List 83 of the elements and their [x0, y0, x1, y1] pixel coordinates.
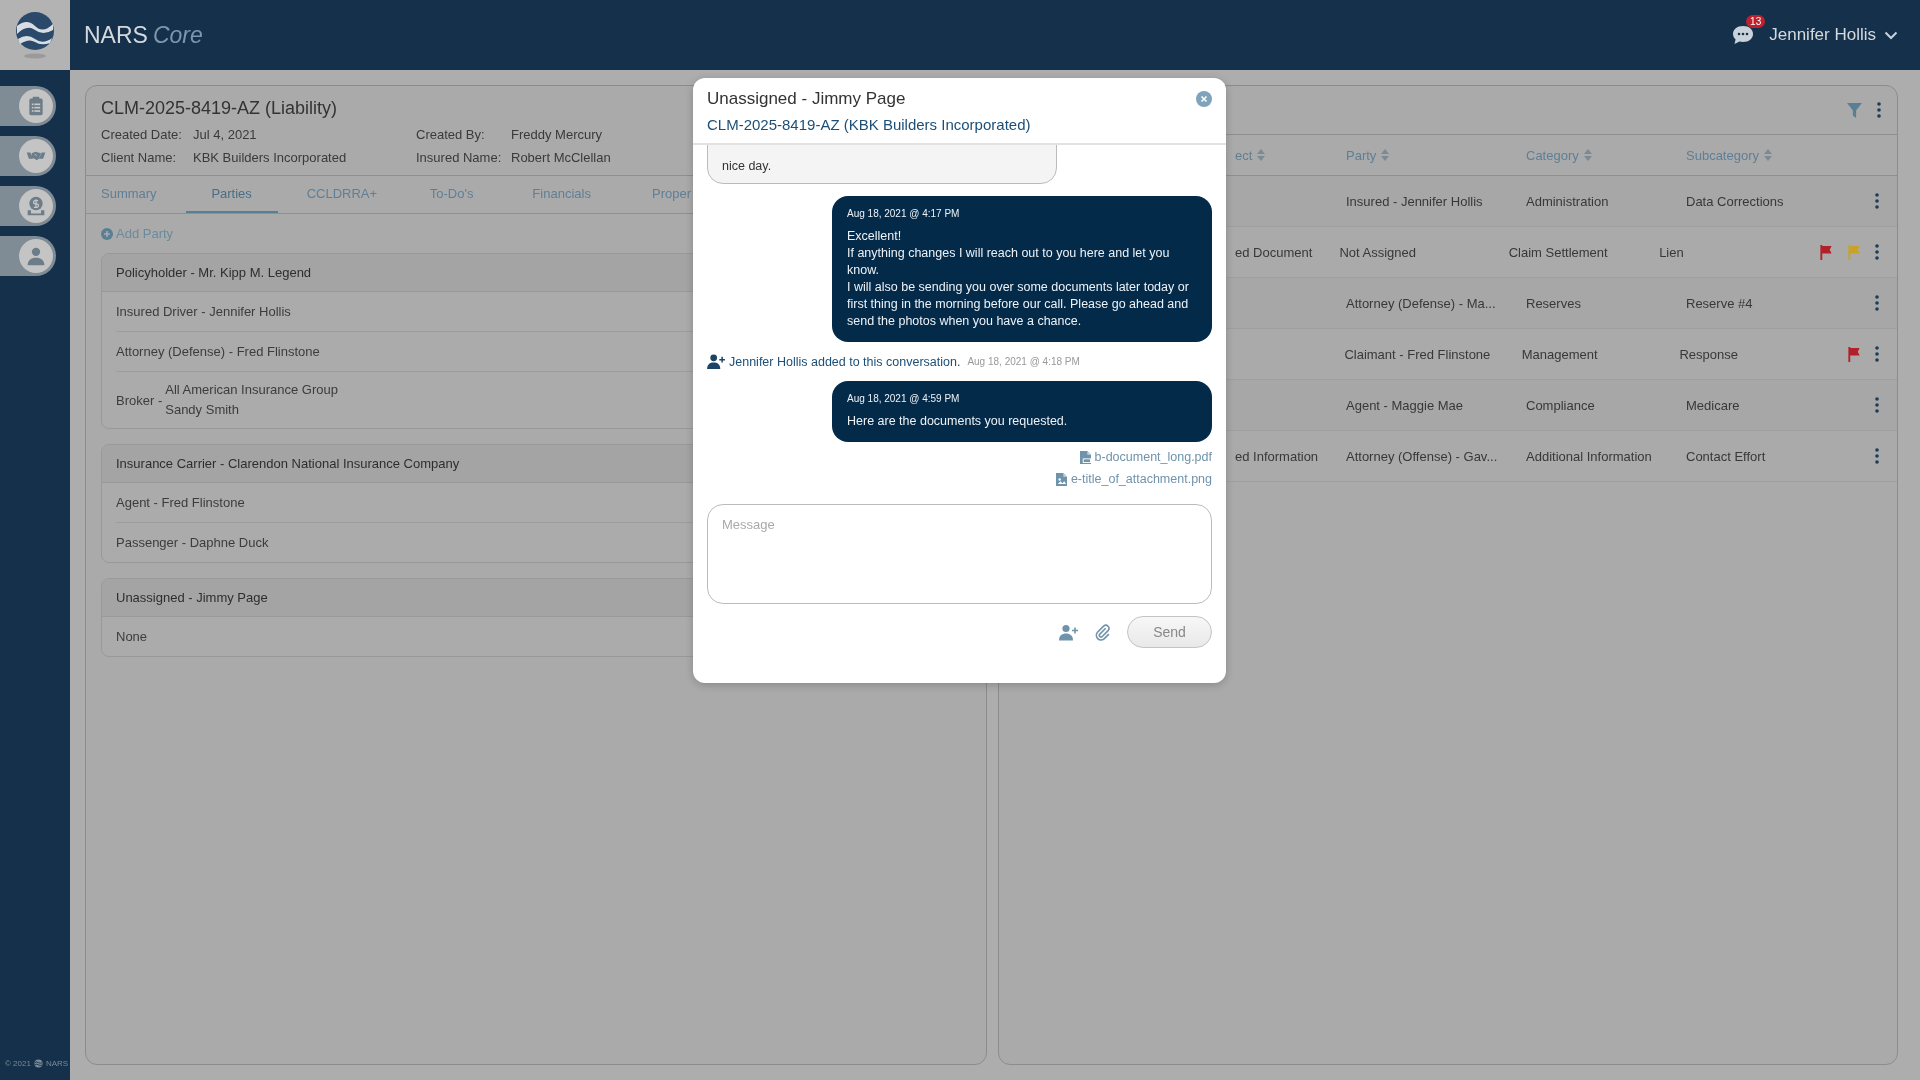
chat-button[interactable]	[1731, 24, 1756, 46]
claim-title: CLM-2025-8419-AZ (Liability)	[101, 98, 338, 119]
image-file-icon	[1055, 472, 1067, 486]
more-options-icon[interactable]	[1875, 244, 1879, 260]
clipboard-icon	[26, 96, 46, 116]
table-cell: Response	[1679, 346, 1738, 362]
copyright-text: © 2021	[5, 1059, 31, 1068]
message-field[interactable]: Message	[707, 504, 1212, 604]
column-header[interactable]: Category	[1526, 147, 1686, 163]
table-cell: Lien	[1659, 244, 1684, 260]
tab[interactable]: Summary	[90, 176, 168, 213]
nav-button[interactable]	[0, 136, 56, 176]
message-text: nice day.	[722, 158, 773, 175]
tab[interactable]: To-Do's	[405, 176, 498, 213]
table-cell: Not Assigned	[1339, 244, 1416, 260]
more-options-icon[interactable]	[1877, 102, 1881, 118]
message-time: Aug 18, 2021 @ 4:18 PM	[967, 356, 1080, 367]
claim-link[interactable]: CLM-2025-8419-AZ (KBK Builders Incorporated)	[707, 116, 1031, 133]
message-text: Here are the documents you requested.	[847, 413, 1069, 430]
chevron-down-icon	[1884, 30, 1898, 40]
logo-icon	[13, 10, 57, 60]
nav-button[interactable]	[0, 236, 56, 276]
table-cell: Attorney (Defense) - Ma...	[1346, 295, 1496, 311]
detail-value: Jul 4, 2021	[193, 127, 257, 142]
tab[interactable]: Financials	[515, 176, 608, 213]
table-cell: Claimant - Fred Flinstone	[1344, 346, 1491, 362]
table-cell: Insured - Jennifer Hollis	[1346, 193, 1483, 209]
add-person-icon	[707, 354, 726, 369]
table-cell: Reserve #4	[1686, 295, 1753, 311]
brand-suffix: Core	[152, 21, 203, 49]
detail-value: Robert McClellan	[511, 150, 611, 165]
detail-label: Insured Name:	[416, 150, 503, 165]
party-role: Broker -	[116, 392, 163, 408]
detail-value: KBK Builders Incorporated	[193, 150, 347, 165]
table-cell: Compliance	[1526, 397, 1595, 413]
more-options-icon[interactable]	[1875, 193, 1879, 209]
table-cell: Claim Settlement	[1508, 244, 1608, 260]
add-person-icon[interactable]	[1059, 623, 1079, 641]
tab[interactable]: Proper	[625, 176, 718, 213]
column-header[interactable]: ect	[1235, 147, 1346, 163]
brand-name: NARS	[84, 21, 148, 49]
detail-label: Client Name:	[101, 150, 178, 165]
tab[interactable]: CCLDRRA+	[295, 176, 388, 213]
pdf-file-icon	[1079, 450, 1091, 464]
plus-circle-icon	[101, 227, 113, 240]
nav-button[interactable]	[0, 186, 56, 226]
detail-value: Freddy Mercury	[511, 127, 603, 142]
globe-icon	[33, 1059, 43, 1068]
table-cell: Additional Information	[1526, 448, 1652, 464]
nav-button[interactable]	[0, 86, 56, 126]
user-menu[interactable]: Jennifer Hollis	[1769, 25, 1898, 45]
more-options-icon[interactable]	[1875, 397, 1879, 413]
table-cell: ed Information	[1235, 448, 1319, 464]
detail-label: Created By:	[416, 127, 486, 142]
brand-name: NARS	[45, 1059, 69, 1068]
column-header[interactable]: Party	[1346, 147, 1526, 163]
party-member[interactable]: All American Insurance Group Sandy Smith	[165, 380, 338, 420]
table-cell: Data Corrections	[1686, 193, 1784, 209]
more-options-icon[interactable]	[1875, 346, 1879, 362]
close-button[interactable]	[1196, 91, 1212, 107]
attachment-link[interactable]: e-title_of_attachment.png	[1055, 472, 1212, 486]
detail-label: Created Date:	[101, 127, 183, 142]
person-icon	[26, 246, 46, 266]
system-message: Jennifer Hollis added to this conversation.	[729, 354, 961, 369]
dialog-title: Unassigned - Jimmy Page	[707, 89, 907, 109]
table-cell: Management	[1521, 346, 1598, 362]
table-cell: Contact Effort	[1686, 448, 1766, 464]
table-cell: Reserves	[1526, 295, 1581, 311]
table-cell: ed Document	[1235, 244, 1313, 260]
more-options-icon[interactable]	[1875, 448, 1879, 464]
money-icon	[26, 196, 46, 216]
column-header[interactable]: Subcategory	[1686, 147, 1856, 163]
more-options-icon[interactable]	[1875, 295, 1879, 311]
attachment-link[interactable]: b-document_long.pdf	[1079, 450, 1212, 464]
message-time: Aug 18, 2021 @ 4:17 PM	[847, 207, 961, 221]
message-time: Aug 18, 2021 @ 4:59 PM	[847, 392, 961, 406]
tab[interactable]: Parties	[185, 176, 278, 213]
table-cell: Administration	[1526, 193, 1609, 209]
notification-badge: 13	[1746, 15, 1766, 28]
table-cell: Attorney (Offense) - Gav...	[1346, 448, 1498, 464]
table-cell: Agent - Maggie Mae	[1346, 397, 1464, 413]
table-cell: Medicare	[1686, 397, 1740, 413]
paperclip-icon[interactable]	[1093, 623, 1113, 641]
